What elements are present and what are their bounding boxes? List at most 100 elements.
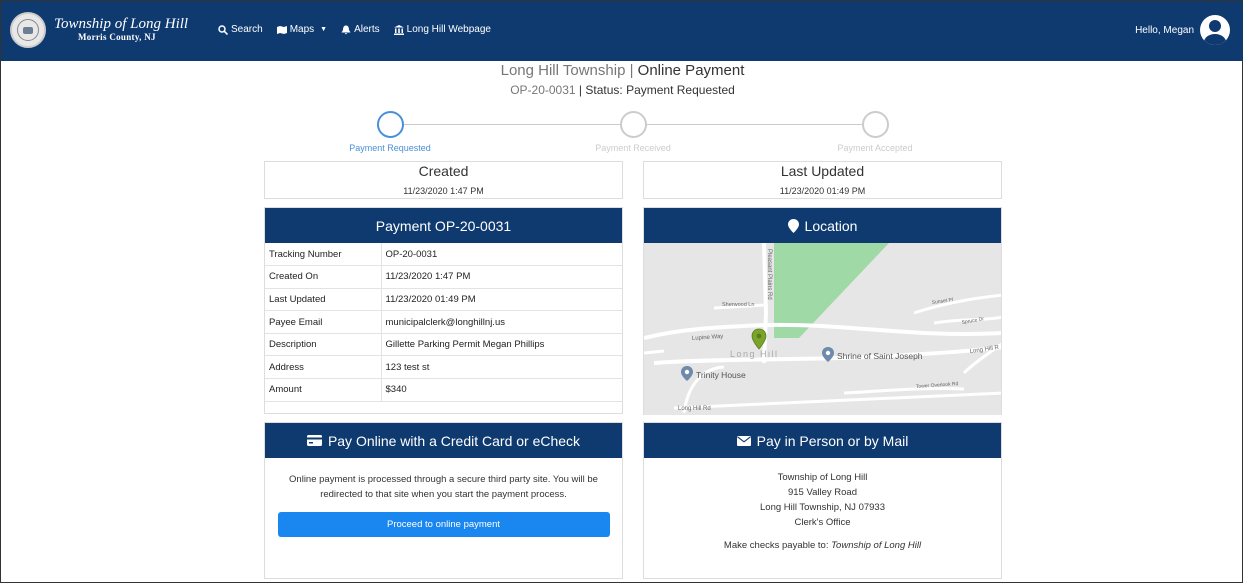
checks-payable-payee: Township of Long Hill xyxy=(831,540,922,551)
map-label-road: Pleasant Plains Rd xyxy=(766,249,772,300)
row-label: Description xyxy=(265,333,382,357)
row-label: Tracking Number xyxy=(265,243,382,267)
credit-card-icon xyxy=(306,435,322,446)
payment-details-title: Payment OP-20-0031 xyxy=(375,217,512,234)
address-line: Township of Long Hill xyxy=(777,472,868,483)
table-row: Description Gillette Parking Permit Megan… xyxy=(265,333,622,357)
row-value: Gillette Parking Permit Megan Phillips xyxy=(381,333,622,357)
row-value: 11/23/2020 01:49 PM xyxy=(381,288,622,312)
record-status-line: OP-20-0031 | Status: Payment Requested xyxy=(1,83,1243,97)
map-poi-label: Shrine of Saint Joseph xyxy=(837,351,923,361)
nav-webpage-label: Long Hill Webpage xyxy=(406,24,491,35)
table-row: Tracking Number OP-20-0031 xyxy=(265,243,622,267)
map-label-road: Sherwood Ln xyxy=(722,302,754,308)
row-label: Last Updated xyxy=(265,288,382,312)
pay-online-title: Pay Online with a Credit Card or eCheck xyxy=(327,432,581,449)
nav-alerts-link[interactable]: Alerts xyxy=(341,24,380,35)
step-circle-received xyxy=(620,111,647,138)
institution-icon xyxy=(393,24,404,35)
created-title: Created xyxy=(418,163,469,179)
updated-value: 11/23/2020 01:49 PM xyxy=(779,186,866,196)
step-circle-requested xyxy=(377,111,404,138)
page-title: Long Hill Township | Online Payment xyxy=(1,62,1243,79)
nav-webpage-link[interactable]: Long Hill Webpage xyxy=(393,24,491,35)
created-card: Created 11/23/2020 1:47 PM xyxy=(264,161,623,199)
user-menu[interactable]: Hello, Megan xyxy=(1135,15,1230,45)
step-label-received: Payment Received xyxy=(595,143,671,153)
brand-subtitle: Morris County, NJ xyxy=(78,32,156,42)
pay-online-description: Online payment is processed through a se… xyxy=(265,472,622,502)
address-line: Long Hill Township, NJ 07933 xyxy=(760,502,885,513)
location-card: Location Pleasant Plains Rd Sherwood Ln … xyxy=(643,207,1002,415)
avatar-user-icon[interactable] xyxy=(1200,15,1230,45)
checks-payable-prefix: Make checks payable to: xyxy=(723,540,832,551)
top-navbar: Township of Long Hill Morris County, NJ … xyxy=(1,1,1243,61)
address-line: 915 Valley Road xyxy=(787,487,857,498)
row-label: Address xyxy=(265,355,382,380)
pay-online-line-2: redirected to that site when you start t… xyxy=(320,489,567,500)
payment-details-table: Tracking Number OP-20-0031 Created On 11/2… xyxy=(265,243,622,402)
stepper-line-1 xyxy=(403,124,621,125)
step-label-requested: Payment Requested xyxy=(349,143,431,153)
bell-icon xyxy=(341,25,351,34)
map-canvas: Pleasant Plains Rd Sherwood Ln Lupine Wa… xyxy=(644,243,1001,415)
mailing-address: Township of Long Hill 915 Valley Road Lo… xyxy=(644,470,1001,530)
nav-links: Search Maps ▼ Alerts Long Hill Webpage xyxy=(218,24,491,35)
location-header: Location xyxy=(644,208,1001,243)
nav-search-link[interactable]: Search xyxy=(218,24,263,35)
pay-online-card: Pay Online with a Credit Card or eCheck … xyxy=(264,422,623,579)
nav-search-label: Search xyxy=(231,24,263,35)
record-status: Status: Payment Requested xyxy=(585,83,735,97)
brand[interactable]: Township of Long Hill Morris County, NJ xyxy=(54,16,188,42)
status-separator: | xyxy=(575,83,586,97)
township-seal-logo[interactable] xyxy=(10,12,46,48)
proceed-online-payment-button[interactable]: Proceed to online payment xyxy=(277,512,610,537)
checks-payable-note: Make checks payable to: Township of Long… xyxy=(644,540,1001,551)
step-label-accepted: Payment Accepted xyxy=(837,143,913,153)
stepper-line-2 xyxy=(647,124,863,125)
map-poi-label: Trinity House xyxy=(696,370,746,380)
chevron-down-icon: ▼ xyxy=(320,26,328,33)
pay-mail-title: Pay in Person or by Mail xyxy=(756,432,909,449)
envelope-icon xyxy=(736,435,751,446)
nav-maps-dropdown[interactable]: Maps ▼ xyxy=(276,24,328,35)
pay-mail-header: Pay in Person or by Mail xyxy=(644,423,1001,458)
title-separator: | xyxy=(625,62,638,79)
table-row: Created On 11/23/2020 1:47 PM xyxy=(265,265,622,289)
updated-title: Last Updated xyxy=(780,163,865,179)
location-title: Location xyxy=(804,217,858,234)
table-row: Address 123 test st xyxy=(265,355,622,380)
row-value: OP-20-0031 xyxy=(381,243,622,267)
location-map[interactable]: Pleasant Plains Rd Sherwood Ln Lupine Wa… xyxy=(644,243,1001,415)
payment-details-card: Payment OP-20-0031 Tracking Number OP-20-… xyxy=(264,207,623,414)
row-value: 123 test st xyxy=(381,355,622,380)
row-value: 11/23/2020 1:47 PM xyxy=(381,265,622,289)
pay-mail-card: Pay in Person or by Mail Township of Lon… xyxy=(643,422,1002,579)
row-label: Created On xyxy=(265,265,382,289)
row-value: $340 xyxy=(381,378,622,402)
step-circle-accepted xyxy=(862,111,889,138)
pay-online-line-1: Online payment is processed through a se… xyxy=(289,474,598,485)
address-line: Clerk's Office xyxy=(794,517,851,528)
table-row: Last Updated 11/23/2020 01:49 PM xyxy=(265,288,622,312)
payment-details-header: Payment OP-20-0031 xyxy=(265,208,622,243)
brand-name: Township of Long Hill xyxy=(54,16,189,32)
pay-online-header: Pay Online with a Credit Card or eCheck xyxy=(265,423,622,458)
user-greeting: Hello, Megan xyxy=(1135,24,1194,36)
map-label-area: Long Hill xyxy=(730,349,779,359)
created-value: 11/23/2020 1:47 PM xyxy=(403,186,484,196)
nav-alerts-label: Alerts xyxy=(354,24,380,35)
table-row: Payee Email municipalclerk@longhillnj.us xyxy=(265,310,622,334)
nav-maps-label: Maps xyxy=(289,24,315,35)
updated-card: Last Updated 11/23/2020 01:49 PM xyxy=(643,161,1002,199)
page-title-prefix: Long Hill Township xyxy=(500,62,626,79)
table-row: Amount $340 xyxy=(265,378,622,402)
search-icon xyxy=(218,24,228,35)
record-id: OP-20-0031 xyxy=(510,83,576,97)
row-value: municipalclerk@longhillnj.us xyxy=(381,310,622,334)
map-marker-icon xyxy=(787,218,799,233)
row-label: Amount xyxy=(265,378,382,402)
row-label: Payee Email xyxy=(265,310,382,334)
map-icon xyxy=(276,25,287,34)
page-title-main: Online Payment xyxy=(637,62,745,79)
